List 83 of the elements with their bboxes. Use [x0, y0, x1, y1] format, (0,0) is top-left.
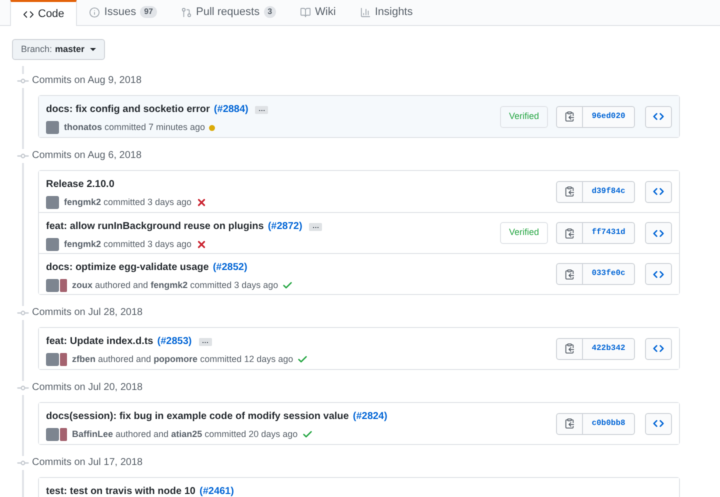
book-icon	[300, 6, 312, 18]
commit-title[interactable]: docs: fix config and socketio error	[46, 102, 210, 117]
date-heading: Commits on Aug 6, 2018	[32, 149, 142, 163]
browse-files-button[interactable]	[645, 338, 672, 360]
pull-request-link[interactable]: (#2872)	[268, 219, 302, 234]
pull-request-link[interactable]: (#2852)	[212, 260, 248, 275]
browse-files-button[interactable]	[645, 106, 672, 128]
tab[interactable]: Insights	[348, 0, 425, 25]
clipboard-icon	[564, 111, 575, 122]
caret-icon	[90, 48, 96, 51]
commit-sha-link[interactable]: 96ed020	[583, 106, 635, 128]
code-icon	[653, 228, 664, 238]
commit-byline: BaffinLee authored and atian25 committed 20 days ago	[72, 428, 298, 441]
avatar[interactable]	[46, 121, 59, 134]
browse-files-button[interactable]	[645, 263, 672, 285]
tab-label: Issues	[104, 4, 136, 20]
commit-sha-link[interactable]: 033fe0c	[583, 263, 635, 285]
avatar[interactable]	[46, 238, 59, 252]
avatar[interactable]	[46, 353, 59, 366]
avatar[interactable]	[60, 279, 67, 292]
code-icon	[653, 343, 664, 354]
commit-sha-link[interactable]: c0b0bb8	[583, 412, 635, 434]
avatar[interactable]	[60, 353, 67, 366]
code-icon	[23, 8, 34, 20]
count-badge: 97	[140, 6, 157, 18]
date-heading: Commits on Jul 20, 2018	[32, 381, 143, 395]
commit-title[interactable]: docs(session): fix bug in example code of modify session value	[46, 409, 349, 424]
date-heading: Commits on Aug 9, 2018	[32, 74, 142, 88]
date-heading: Commits on Jul 17, 2018	[32, 456, 143, 470]
tab[interactable]: Code	[10, 0, 78, 26]
commit-title[interactable]: feat: Update index.d.ts	[46, 334, 154, 349]
browse-files-button[interactable]	[645, 412, 672, 434]
browse-files-button[interactable]	[645, 180, 672, 202]
commit-byline: zfben authored and popomore committed 12 days ago	[72, 353, 294, 366]
branch-select-button[interactable]: Branch: master	[12, 39, 105, 60]
commit-byline: thonatos committed 7 minutes ago	[64, 121, 206, 134]
tab-label: Insights	[374, 4, 413, 20]
tab-label: Pull requests	[196, 4, 260, 20]
clipboard-icon	[564, 268, 575, 280]
info-icon	[89, 6, 100, 18]
code-icon	[653, 418, 664, 429]
tab[interactable]: Pull requests 3	[169, 0, 288, 25]
code-icon	[653, 186, 664, 197]
verified-badge[interactable]: Verified	[500, 222, 548, 244]
copy-sha-button[interactable]	[556, 180, 583, 202]
avatar[interactable]	[46, 196, 59, 210]
tab[interactable]: Wiki	[288, 0, 348, 25]
commit-sha-link[interactable]: ff7431d	[583, 222, 635, 244]
copy-sha-button[interactable]	[556, 412, 583, 434]
commit-title[interactable]: docs: optimize egg-validate usage	[46, 260, 209, 275]
pull-request-link[interactable]: (#2884)	[214, 102, 248, 117]
commit-title[interactable]: feat: allow runInBackground reuse on plugins	[46, 219, 264, 234]
pull-request-link[interactable]: (#2824)	[352, 409, 388, 424]
clipboard-icon	[564, 186, 575, 197]
copy-sha-button[interactable]	[556, 222, 583, 244]
pull-request-link[interactable]: (#2461)	[199, 484, 234, 497]
browse-files-button[interactable]	[645, 222, 672, 244]
count-badge: 3	[264, 6, 276, 18]
commit-sha-link[interactable]: 422b342	[583, 338, 635, 360]
copy-sha-button[interactable]	[556, 106, 583, 128]
date-heading: Commits on Jul 28, 2018	[32, 306, 143, 320]
clipboard-icon	[564, 418, 575, 429]
tab[interactable]: Issues 97	[77, 0, 169, 25]
avatar[interactable]	[46, 279, 59, 292]
avatar[interactable]	[46, 428, 59, 442]
avatar[interactable]	[60, 428, 67, 442]
copy-sha-button[interactable]	[556, 263, 583, 285]
code-icon	[653, 111, 664, 122]
bar-chart-icon	[360, 6, 371, 18]
clipboard-icon	[564, 343, 575, 354]
commit-title[interactable]: Release 2.10.0	[46, 177, 114, 192]
clipboard-icon	[564, 228, 575, 238]
commit-byline: zoux authored and fengmk2 committed 3 days ago	[72, 279, 278, 292]
copy-sha-button[interactable]	[556, 338, 583, 360]
tab-label: Wiki	[315, 4, 336, 20]
pull-request-link[interactable]: (#2853)	[157, 334, 192, 349]
commit-byline: fengmk2 committed 3 days ago	[64, 238, 192, 251]
pull-request-icon	[181, 6, 192, 18]
commit-sha-link[interactable]: d39f84c	[583, 180, 635, 202]
commit-byline: fengmk2 committed 3 days ago	[64, 196, 192, 209]
code-icon	[653, 268, 664, 280]
commit-title[interactable]: test: test on travis with node 10	[46, 484, 196, 497]
tab-label: Code	[38, 6, 64, 22]
